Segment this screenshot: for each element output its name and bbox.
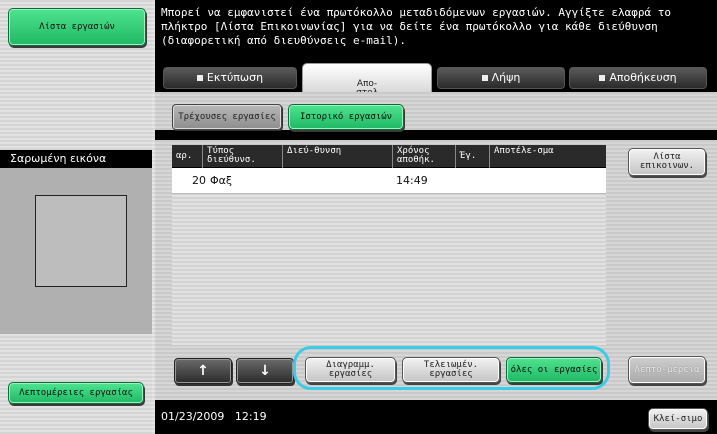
cell-time: 14:49 bbox=[396, 174, 428, 187]
tab-receive-label: Λήψη bbox=[491, 71, 521, 84]
subtab-job-history[interactable]: Ιστορικό εργασιών bbox=[288, 104, 404, 130]
scanned-image-preview bbox=[35, 195, 127, 287]
close-button[interactable]: Κλεί-σιμο bbox=[648, 408, 708, 430]
footer-date: 01/23/2009 bbox=[161, 410, 225, 423]
tab-receive[interactable]: Λήψη bbox=[437, 67, 565, 89]
column-header-time: Χρόνος αποθήκ. bbox=[392, 145, 455, 168]
completed-jobs-button[interactable]: Τελειωμέν. εργασίες bbox=[402, 357, 500, 383]
details-button[interactable]: Λεπτο-μέρεια bbox=[628, 356, 706, 384]
scanned-image-label: Σαρωμένη εικόνα bbox=[0, 150, 152, 168]
message-area: Μπορεί να εμφανιστεί ένα πρωτόκολλο μετα… bbox=[155, 0, 717, 62]
tab-print-label: Εκτύπωση bbox=[206, 71, 264, 84]
scroll-down-button[interactable]: ↓ bbox=[236, 358, 294, 384]
status-footer: 01/23/2009 12:19 bbox=[155, 400, 635, 434]
tab-send[interactable]: Απο- στολ bbox=[302, 63, 432, 98]
tab-save[interactable]: Αποθήκευση bbox=[569, 67, 707, 89]
tab-indicator-icon bbox=[599, 75, 606, 81]
message-line-1: Μπορεί να εμφανιστεί ένα πρωτόκολλο μετα… bbox=[161, 6, 671, 19]
cell-result bbox=[493, 168, 603, 194]
screen: Λίστα εργασιών Σαρωμένη εικόνα Λεπτομέρε… bbox=[0, 0, 717, 434]
all-jobs-button[interactable]: όλες οι εργασίες bbox=[506, 357, 602, 383]
column-header-docs: Έγ. bbox=[455, 145, 489, 168]
job-details-button[interactable]: Λεπτομέρειες εργασίας bbox=[8, 382, 144, 404]
contact-list-button[interactable]: Λίστα επικοινων. bbox=[628, 148, 706, 176]
tab-indicator-icon bbox=[196, 75, 203, 81]
tab-save-label: Αποθήκευση bbox=[609, 71, 677, 84]
tab-indicator-icon bbox=[481, 75, 488, 81]
subtab-strip bbox=[155, 130, 717, 140]
cell-type: Φαξ bbox=[210, 174, 233, 187]
footer-time: 12:19 bbox=[234, 410, 267, 423]
column-header-type: Τύπος διεύθυνσ. bbox=[202, 145, 282, 168]
column-header-address: Διεύ-θυνση bbox=[282, 145, 392, 168]
cell-no: 20 bbox=[192, 174, 206, 187]
column-header-result: Αποτέλε-σμα bbox=[489, 145, 606, 168]
cell-docs bbox=[459, 168, 489, 194]
job-list-button[interactable]: Λίστα εργασιών bbox=[8, 8, 146, 46]
table-header: αρ. Τύπος διεύθυνσ. Διεύ-θυνση Χρόνος απ… bbox=[172, 145, 606, 168]
cell-address bbox=[286, 168, 386, 194]
deleted-jobs-button[interactable]: Διαγραμμ. εργασίες bbox=[305, 357, 396, 383]
scroll-up-button[interactable]: ↑ bbox=[174, 358, 232, 384]
arrow-down-icon: ↓ bbox=[259, 363, 271, 379]
message-line-2: πλήκτρο [Λίστα Επικοινωνίας] για να δείτ… bbox=[161, 20, 658, 33]
arrow-up-icon: ↑ bbox=[197, 363, 209, 379]
tab-print[interactable]: Εκτύπωση bbox=[163, 67, 297, 89]
message-line-3: (διαφορετική από διευθύνσεις e-mail). bbox=[161, 34, 407, 47]
column-header-no: αρ. bbox=[176, 151, 193, 161]
table-row[interactable]: 20 Φαξ 14:49 bbox=[172, 168, 606, 194]
subtab-current-jobs[interactable]: Τρέχουσες εργασίες bbox=[172, 104, 282, 130]
